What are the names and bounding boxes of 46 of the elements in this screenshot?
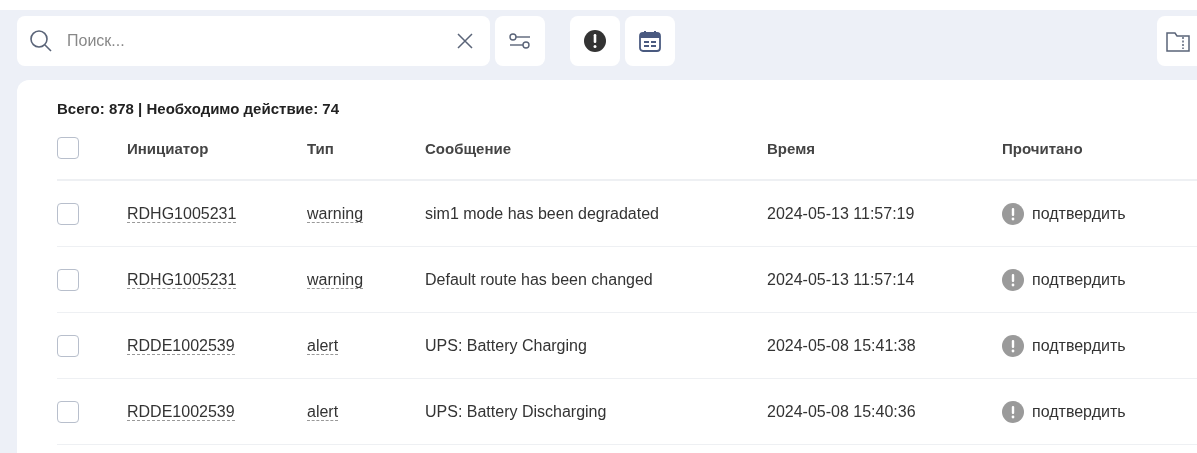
calendar-icon bbox=[638, 29, 662, 53]
select-all-checkbox[interactable] bbox=[57, 137, 79, 159]
message-cell-text: UPS: Battery Discharging bbox=[425, 402, 608, 421]
alert-filter-button[interactable] bbox=[570, 16, 620, 66]
confirm-link[interactable]: подтвердить bbox=[1032, 270, 1126, 289]
type-link[interactable]: warning bbox=[307, 204, 364, 223]
type-link[interactable]: warning bbox=[307, 270, 364, 289]
confirm-link[interactable]: подтвердить bbox=[1032, 204, 1126, 223]
column-header: Сообщение bbox=[425, 139, 513, 157]
initiator-link[interactable]: RDDE1002539 bbox=[127, 402, 235, 421]
message-cell-text: UPS: Battery Charging bbox=[425, 336, 588, 355]
column-header: Время bbox=[767, 139, 816, 157]
row-checkbox[interactable] bbox=[57, 334, 79, 357]
archive-button[interactable] bbox=[1157, 16, 1197, 66]
confirm-link[interactable]: подтвердить bbox=[1032, 336, 1126, 355]
message-cell-text: sim1 mode has been degradated bbox=[425, 204, 660, 223]
confirm-link[interactable]: подтвердить bbox=[1032, 402, 1126, 421]
initiator-link[interactable]: RDHG1005231 bbox=[127, 204, 237, 223]
search-icon bbox=[29, 29, 53, 53]
row-checkbox[interactable] bbox=[57, 202, 79, 225]
alert-icon bbox=[1002, 202, 1024, 225]
type-link[interactable]: alert bbox=[307, 402, 339, 421]
search-field[interactable]: Поиск... bbox=[17, 16, 490, 66]
time-cell-text: 2024-05-13 11:57:14 bbox=[767, 270, 916, 289]
time-cell-text: 2024-05-08 15:41:38 bbox=[767, 336, 917, 355]
alert-icon bbox=[1002, 268, 1024, 291]
column-header: Прочитано bbox=[1002, 139, 1084, 157]
close-icon[interactable] bbox=[456, 32, 474, 50]
row-checkbox[interactable] bbox=[57, 400, 79, 423]
alert-icon bbox=[583, 29, 607, 53]
row-checkbox[interactable] bbox=[57, 268, 79, 291]
calendar-button[interactable] bbox=[625, 16, 675, 66]
initiator-link[interactable]: RDHG1005231 bbox=[127, 270, 237, 289]
time-cell-text: 2024-05-13 11:57:19 bbox=[767, 204, 916, 223]
sliders-icon bbox=[508, 31, 532, 51]
column-header: Тип bbox=[307, 139, 335, 157]
alert-icon bbox=[1002, 400, 1024, 423]
column-header: Инициатор bbox=[127, 139, 210, 157]
zip-folder-icon bbox=[1165, 29, 1191, 53]
message-cell-text: Default route has been changed bbox=[425, 270, 654, 289]
summary-text: Всего: 878 | Необходимо действие: 74 bbox=[57, 100, 340, 117]
alert-icon bbox=[1002, 334, 1024, 357]
type-link[interactable]: alert bbox=[307, 336, 339, 355]
filter-button[interactable] bbox=[495, 16, 545, 66]
initiator-link[interactable]: RDDE1002539 bbox=[127, 336, 235, 355]
time-cell-text: 2024-05-08 15:40:36 bbox=[767, 402, 917, 421]
